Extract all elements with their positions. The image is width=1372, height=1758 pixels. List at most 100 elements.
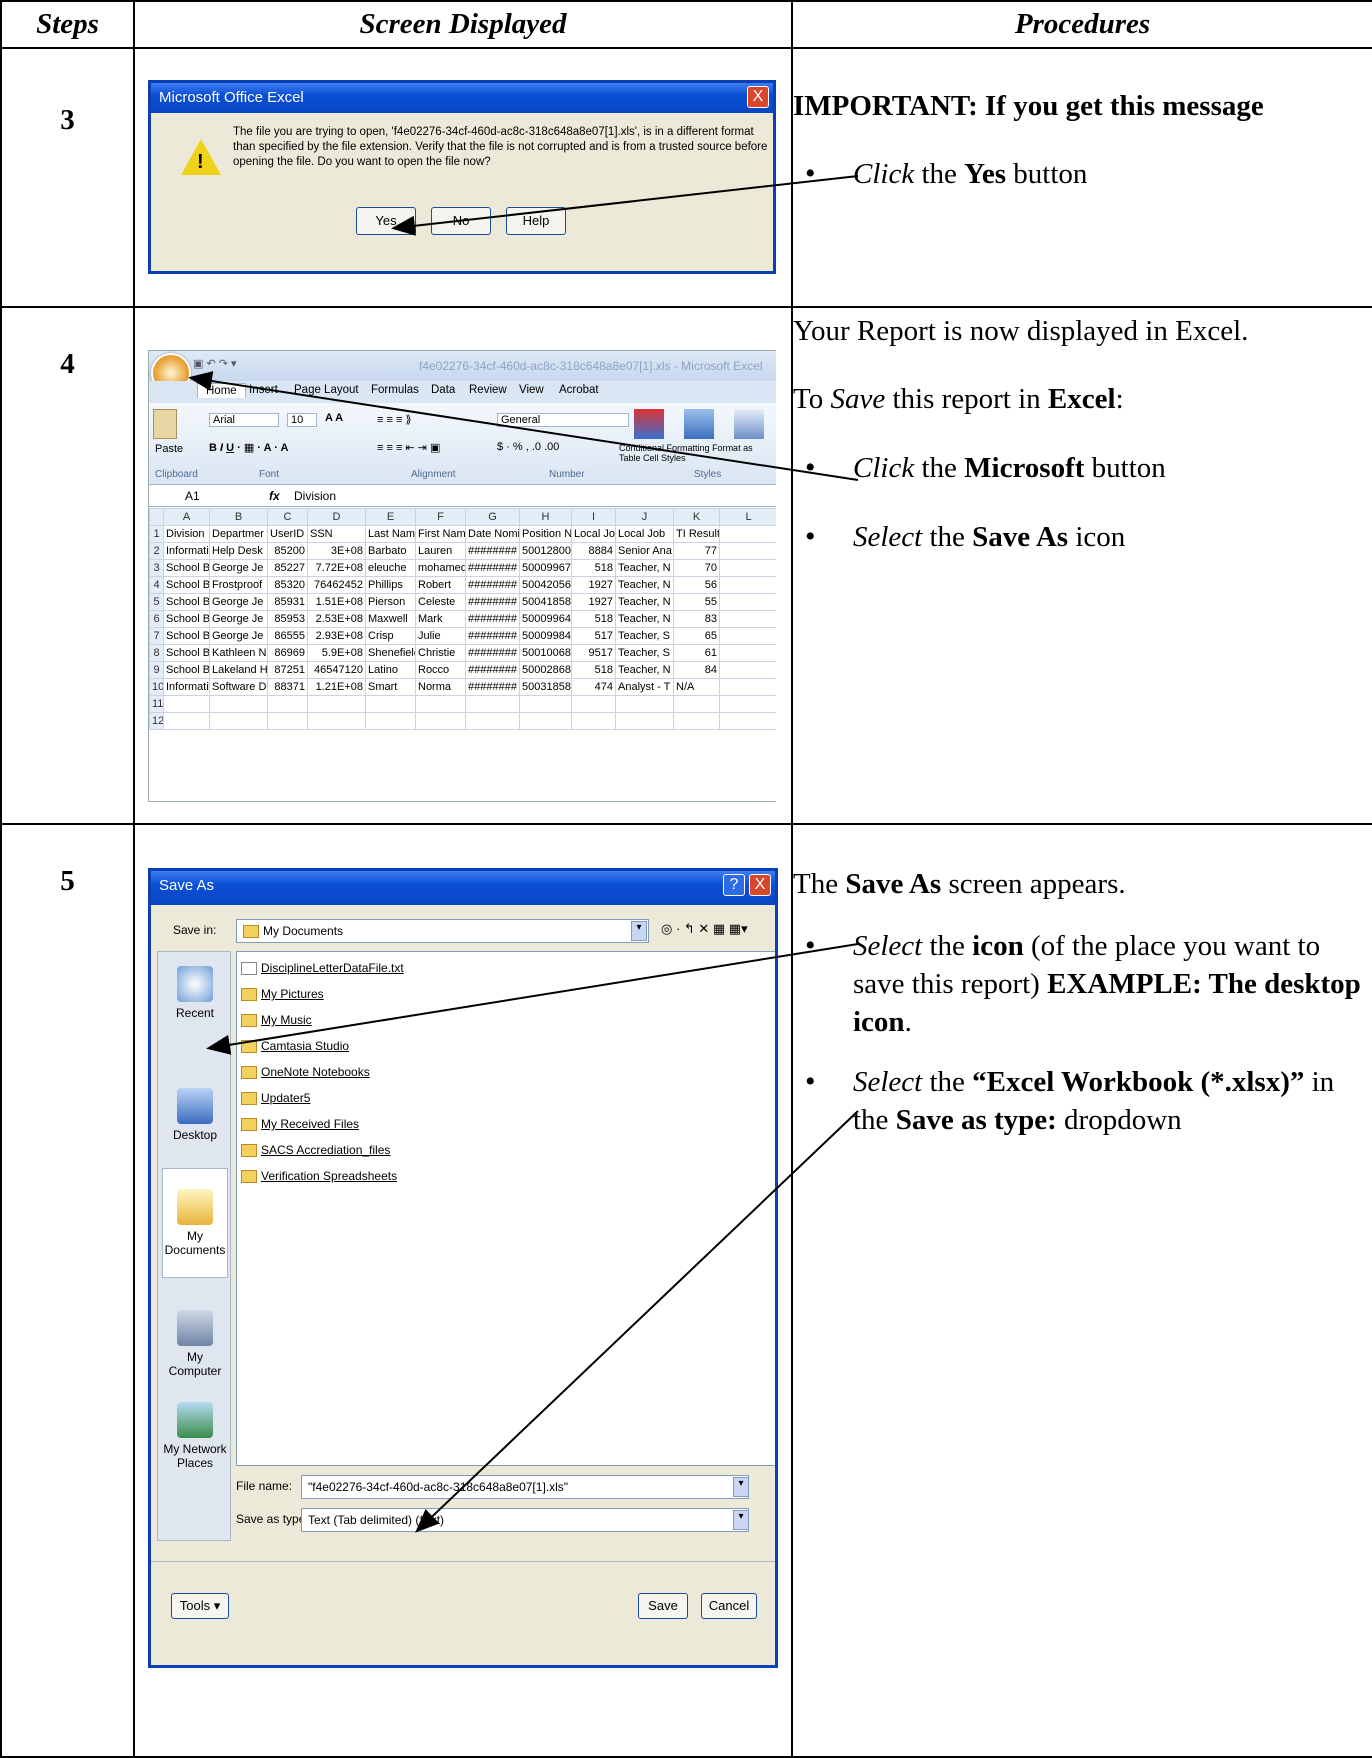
cell[interactable]: 8884 [571,542,616,560]
cell[interactable] [307,712,366,730]
tab-acrobat[interactable]: Acrobat [559,384,599,396]
cell[interactable]: 5.9E+08 [307,644,366,662]
list-item[interactable]: OneNote Notebooks [241,1060,771,1086]
cell[interactable]: George Je [209,593,268,611]
list-item[interactable]: Updater5 [241,1086,771,1112]
cell[interactable]: Maxwell [365,610,416,628]
list-item[interactable]: My Music [241,1008,771,1034]
cell[interactable]: Latino [365,661,416,679]
file-name-input[interactable]: "f4e02276-34cf-460d-ac8c-318c648a8e07[1]… [301,1475,749,1499]
cell[interactable]: 85953 [267,610,308,628]
cell[interactable]: Lauren [415,542,466,560]
cell[interactable]: 9517 [571,644,616,662]
cell[interactable] [519,695,572,713]
list-item[interactable]: Camtasia Studio [241,1034,771,1060]
cell[interactable]: 87251 [267,661,308,679]
cell[interactable]: 85931 [267,593,308,611]
cell[interactable] [571,695,616,713]
font-size-box[interactable]: 10 [287,413,317,427]
cell[interactable] [465,712,520,730]
cell[interactable] [163,712,210,730]
cell[interactable]: 518 [571,661,616,679]
cell[interactable]: George Je [209,559,268,577]
cell[interactable]: Division [163,525,210,543]
cell[interactable]: 50009964 [519,610,572,628]
cell[interactable]: Senior Ana [615,542,674,560]
quick-access-toolbar[interactable]: ▣ ↶ ↷ ▾ [193,357,263,373]
cell[interactable]: Smart [365,678,416,696]
tab-home[interactable]: Home [197,383,246,398]
column-header[interactable]: B [209,508,268,526]
cell[interactable]: School Ba [163,559,210,577]
place-my-computer[interactable]: My Computer [162,1310,228,1378]
cell[interactable] [673,695,720,713]
cell[interactable]: School Ba [163,610,210,628]
cell[interactable]: 517 [571,627,616,645]
cell[interactable]: 50002868 [519,661,572,679]
cell[interactable] [719,559,776,577]
cell[interactable]: Mark [415,610,466,628]
cell[interactable]: ######## [465,678,520,696]
cell[interactable]: Teacher, N [615,576,674,594]
cell[interactable]: Help Desk [209,542,268,560]
cell[interactable]: Shenefield [365,644,416,662]
row-header[interactable]: 8 [149,644,164,662]
cell[interactable]: Teacher, S [615,644,674,662]
help-icon[interactable]: ? [723,874,745,896]
column-header[interactable]: D [307,508,366,526]
cell[interactable]: ######## [465,627,520,645]
cell[interactable]: Celeste [415,593,466,611]
cell[interactable]: Lakeland H [209,661,268,679]
cell[interactable]: Last Name [365,525,416,543]
cell[interactable]: Christie [415,644,466,662]
cell[interactable]: 56 [673,576,720,594]
cell[interactable]: UserID [267,525,308,543]
cell[interactable]: School Ba [163,644,210,662]
no-button[interactable]: No [431,207,491,235]
cell[interactable] [719,610,776,628]
chevron-down-icon[interactable]: ▾ [733,1510,749,1530]
name-box[interactable]: A1 [185,489,200,503]
column-header[interactable]: F [415,508,466,526]
cell[interactable]: 2.93E+08 [307,627,366,645]
cell[interactable]: SSN [307,525,366,543]
cell[interactable]: 85227 [267,559,308,577]
cell[interactable] [719,542,776,560]
cell[interactable] [719,525,776,543]
cell[interactable]: 76462452 [307,576,366,594]
tab-review[interactable]: Review [469,384,507,396]
column-header[interactable]: J [615,508,674,526]
cell[interactable]: 83 [673,610,720,628]
cell[interactable] [307,695,366,713]
grow-font-icon[interactable]: A A [325,412,343,424]
cell[interactable]: George Je [209,627,268,645]
cell[interactable]: 77 [673,542,720,560]
cell[interactable]: 2.53E+08 [307,610,366,628]
cell[interactable]: 1.21E+08 [307,678,366,696]
column-header[interactable]: G [465,508,520,526]
cell[interactable]: ######## [465,559,520,577]
cell[interactable]: 518 [571,559,616,577]
cell[interactable]: ######## [465,593,520,611]
cell[interactable]: 50010068 [519,644,572,662]
place-desktop[interactable]: Desktop [162,1088,228,1142]
cell[interactable]: 86969 [267,644,308,662]
save-button[interactable]: Save [638,1593,688,1619]
cell[interactable]: 50009967 [519,559,572,577]
cell[interactable] [415,712,466,730]
close-icon[interactable]: X [749,874,771,896]
tab-insert[interactable]: Insert [249,384,278,396]
cell[interactable]: 86555 [267,627,308,645]
cell[interactable] [267,695,308,713]
row-header[interactable]: 4 [149,576,164,594]
cell[interactable]: N/A [673,678,720,696]
cell[interactable] [719,661,776,679]
cell[interactable]: Teacher, N [615,661,674,679]
cell[interactable]: 474 [571,678,616,696]
row-header[interactable]: 9 [149,661,164,679]
cell[interactable]: Local Job [615,525,674,543]
select-all-corner[interactable] [149,508,164,526]
cell[interactable]: School Ba [163,627,210,645]
cell[interactable]: ######## [465,644,520,662]
cell[interactable]: 1927 [571,593,616,611]
